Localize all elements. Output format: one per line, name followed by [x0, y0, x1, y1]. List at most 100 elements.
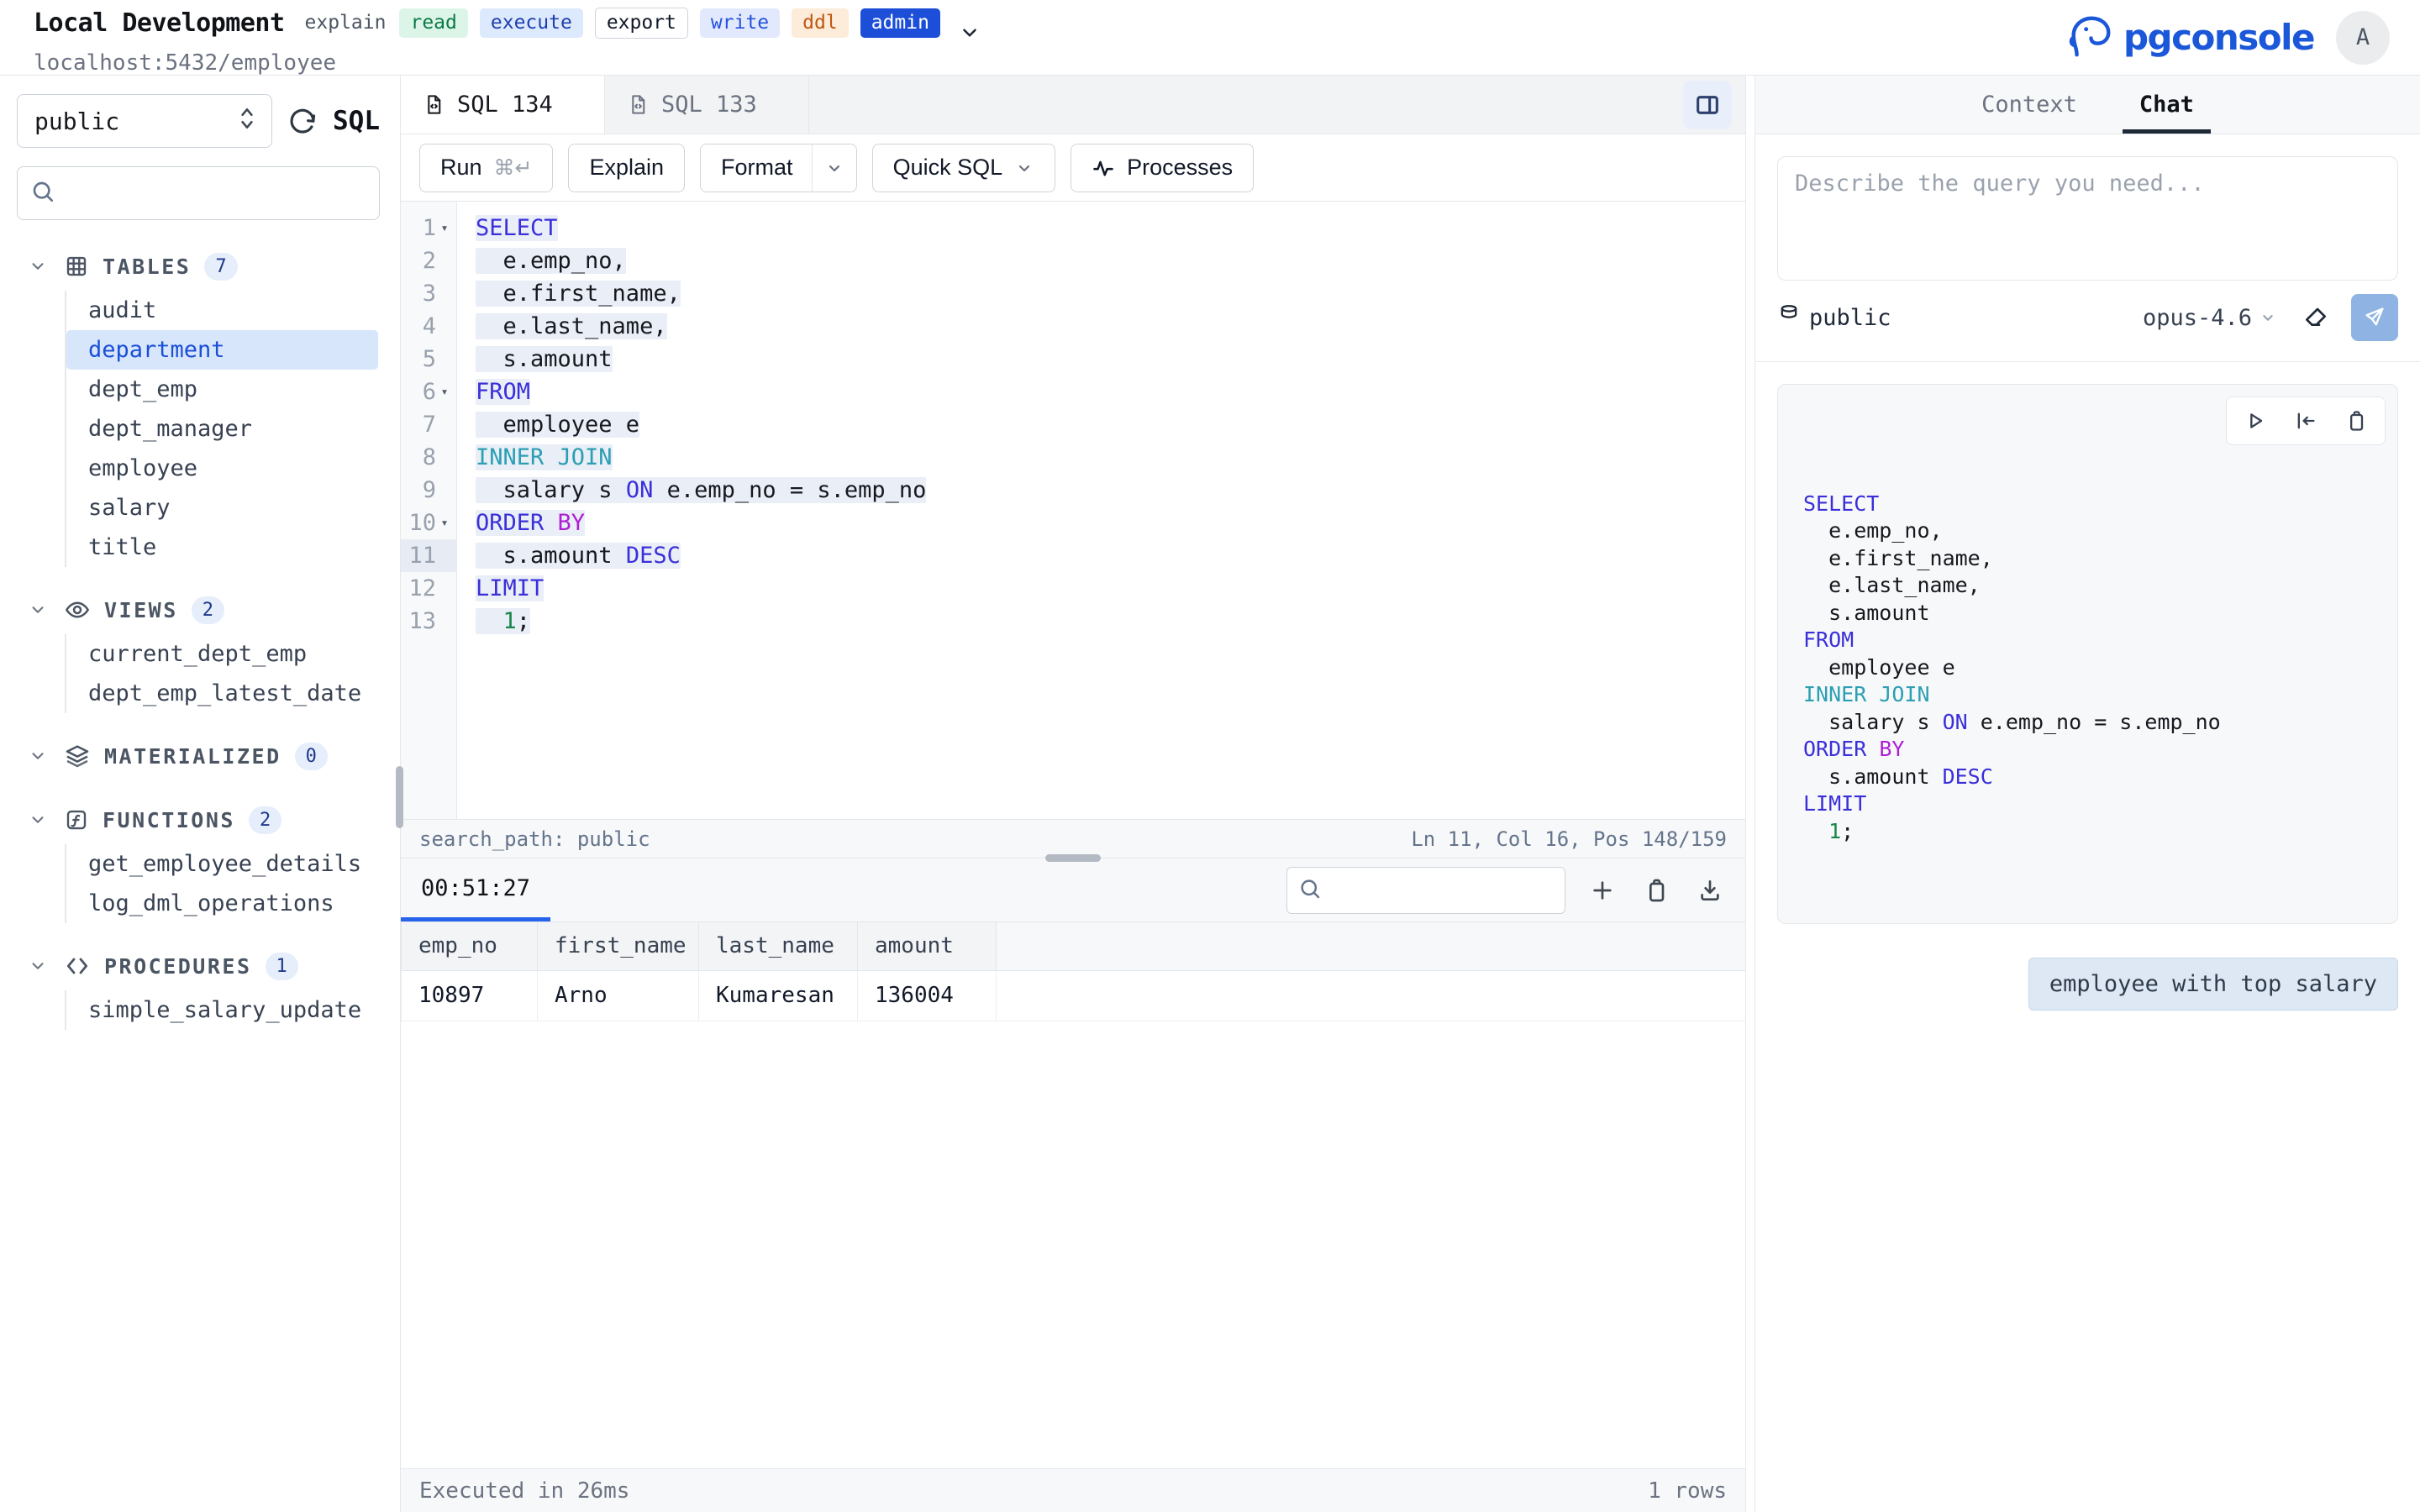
token: s.amount: [476, 346, 613, 372]
model-select[interactable]: opus-4.6: [2143, 305, 2277, 331]
results-search-input[interactable]: [1329, 878, 1597, 902]
permission-badge-explain[interactable]: explain: [303, 8, 388, 38]
sql-editor[interactable]: 1▾23456▾78910▾111213 SELECT e.emp_no, e.…: [401, 202, 1745, 819]
format-button[interactable]: Format: [700, 144, 857, 192]
results-toolbar: 00:51:27: [401, 858, 1745, 922]
tree-section-count: 2: [192, 596, 224, 624]
result-timer-tab[interactable]: 00:51:27: [401, 858, 550, 921]
fold-arrow-icon[interactable]: ▾: [436, 212, 453, 244]
download-results-icon[interactable]: [1697, 877, 1723, 904]
line-number: 6: [423, 375, 436, 408]
line-number: 4: [423, 310, 436, 343]
format-dropdown-chevron-icon[interactable]: [824, 158, 844, 178]
results-search[interactable]: [1286, 867, 1565, 914]
processes-button[interactable]: Processes: [1071, 144, 1254, 192]
tree-item-salary[interactable]: salary: [66, 488, 378, 528]
chat-prompt-input[interactable]: [1777, 156, 2398, 281]
assistant-panel: Context Chat public opus-4.6: [1754, 76, 2420, 1512]
user-avatar[interactable]: A: [2336, 11, 2390, 65]
column-header-emp_no[interactable]: emp_no: [402, 922, 538, 970]
tree-section-header-functions[interactable]: FUNCTIONS2: [17, 799, 380, 841]
selected-text: ORDER BY: [476, 510, 585, 536]
cell-emp_no[interactable]: 10897: [402, 970, 538, 1021]
code-line-2: e.emp_no,: [476, 244, 1745, 277]
copy-results-icon[interactable]: [1643, 877, 1670, 904]
permission-badge-export[interactable]: export: [595, 8, 688, 39]
cell-amount[interactable]: 136004: [858, 970, 997, 1021]
database-icon: [1777, 303, 1801, 333]
tree-section-name: TABLES: [103, 255, 191, 279]
column-header-first_name[interactable]: first_name: [538, 922, 699, 970]
run-button[interactable]: Run ⌘↵: [419, 144, 553, 192]
assistant-code-line-3: e.first_name,: [1803, 545, 2372, 573]
selected-text: e.last_name,: [476, 313, 667, 339]
copy-sql-icon[interactable]: [2344, 409, 2368, 433]
schema-search[interactable]: [17, 166, 380, 220]
gutter-line-3: 3: [401, 277, 456, 310]
editor-tab-sql-134[interactable]: SQL 134: [401, 76, 605, 134]
sidebar-resize-handle[interactable]: [396, 766, 403, 828]
refresh-schema-icon[interactable]: [287, 106, 318, 136]
connection-info: Local Development explainreadexecuteexpo…: [34, 0, 981, 76]
insert-into-editor-icon[interactable]: [2294, 409, 2317, 433]
editor-tab-sql-133[interactable]: SQL 133: [605, 76, 809, 134]
table-header-row: emp_nofirst_namelast_nameamount: [402, 922, 1746, 970]
quick-sql-button[interactable]: Quick SQL: [872, 144, 1056, 192]
column-header-amount[interactable]: amount: [858, 922, 997, 970]
token: ON: [626, 477, 654, 503]
permission-badge-read[interactable]: read: [399, 8, 467, 38]
toggle-right-panel-button[interactable]: [1683, 81, 1732, 129]
tree-item-dept_emp_latest_date[interactable]: dept_emp_latest_date: [66, 674, 378, 713]
tree-item-simple_salary_update[interactable]: simple_salary_update: [66, 990, 378, 1030]
code-line-13: 1;: [476, 605, 1745, 638]
fold-arrow-icon[interactable]: ▾: [436, 507, 453, 539]
search-path-status: search_path: public: [419, 827, 650, 851]
tree-item-employee[interactable]: employee: [66, 449, 378, 488]
connection-menu-chevron-icon[interactable]: [959, 22, 981, 47]
column-header-empty: [997, 922, 1746, 970]
cell-last_name[interactable]: Kumaresan: [699, 970, 858, 1021]
tree-section-header-views[interactable]: VIEWS2: [17, 589, 380, 631]
tab-chat[interactable]: Chat: [2134, 76, 2199, 134]
cell-first_name[interactable]: Arno: [538, 970, 699, 1021]
token: ORDER: [476, 510, 558, 536]
tree-item-get_employee_details[interactable]: get_employee_details: [66, 844, 378, 884]
tree-section-header-tables[interactable]: TABLES7: [17, 245, 380, 287]
token: LIMIT: [1803, 791, 1866, 816]
permission-badge-execute[interactable]: execute: [480, 8, 583, 38]
tree-section-procedures: PROCEDURES1simple_salary_update: [17, 945, 380, 1030]
schema-select[interactable]: public: [17, 94, 272, 148]
column-header-last_name[interactable]: last_name: [699, 922, 858, 970]
editor-statusbar: search_path: public Ln 11, Col 16, Pos 1…: [401, 819, 1745, 858]
explain-button[interactable]: Explain: [568, 144, 685, 192]
tree-item-audit[interactable]: audit: [66, 291, 378, 330]
selected-text: FROM: [476, 379, 530, 405]
tree-item-dept_manager[interactable]: dept_manager: [66, 409, 378, 449]
tree-item-dept_emp[interactable]: dept_emp: [66, 370, 378, 409]
tree-item-log_dml_operations[interactable]: log_dml_operations: [66, 884, 378, 923]
token: SELECT: [476, 215, 558, 241]
run-sql-icon[interactable]: [2244, 409, 2267, 433]
tree-item-department[interactable]: department: [66, 330, 378, 370]
tree-section-header-materialized[interactable]: MATERIALIZED0: [17, 735, 380, 777]
tab-context[interactable]: Context: [1976, 76, 2082, 134]
permission-badge-admin[interactable]: admin: [860, 8, 940, 38]
permission-badge-write[interactable]: write: [700, 8, 780, 38]
line-number: 11: [408, 539, 436, 572]
tree-item-current_dept_emp[interactable]: current_dept_emp: [66, 634, 378, 674]
permission-badge-ddl[interactable]: ddl: [792, 8, 849, 38]
fold-arrow-icon[interactable]: ▾: [436, 375, 453, 408]
send-message-button[interactable]: [2351, 294, 2398, 341]
add-result-tab-icon[interactable]: [1589, 877, 1616, 904]
results-resize-handle[interactable]: [1045, 854, 1101, 862]
chat-schema-context[interactable]: public: [1777, 303, 1891, 333]
tree-section-header-procedures[interactable]: PROCEDURES1: [17, 945, 380, 987]
editor-code[interactable]: SELECT e.emp_no, e.first_name, e.last_na…: [457, 202, 1745, 819]
clear-chat-eraser-icon[interactable]: [2302, 304, 2329, 331]
assistant-tabbar: Context Chat: [1755, 76, 2420, 134]
token: FROM: [476, 379, 530, 405]
run-label: Run: [440, 155, 482, 181]
sql-console-button[interactable]: SQL: [333, 106, 380, 136]
tree-item-title[interactable]: title: [66, 528, 378, 567]
schema-search-input[interactable]: [65, 181, 367, 206]
